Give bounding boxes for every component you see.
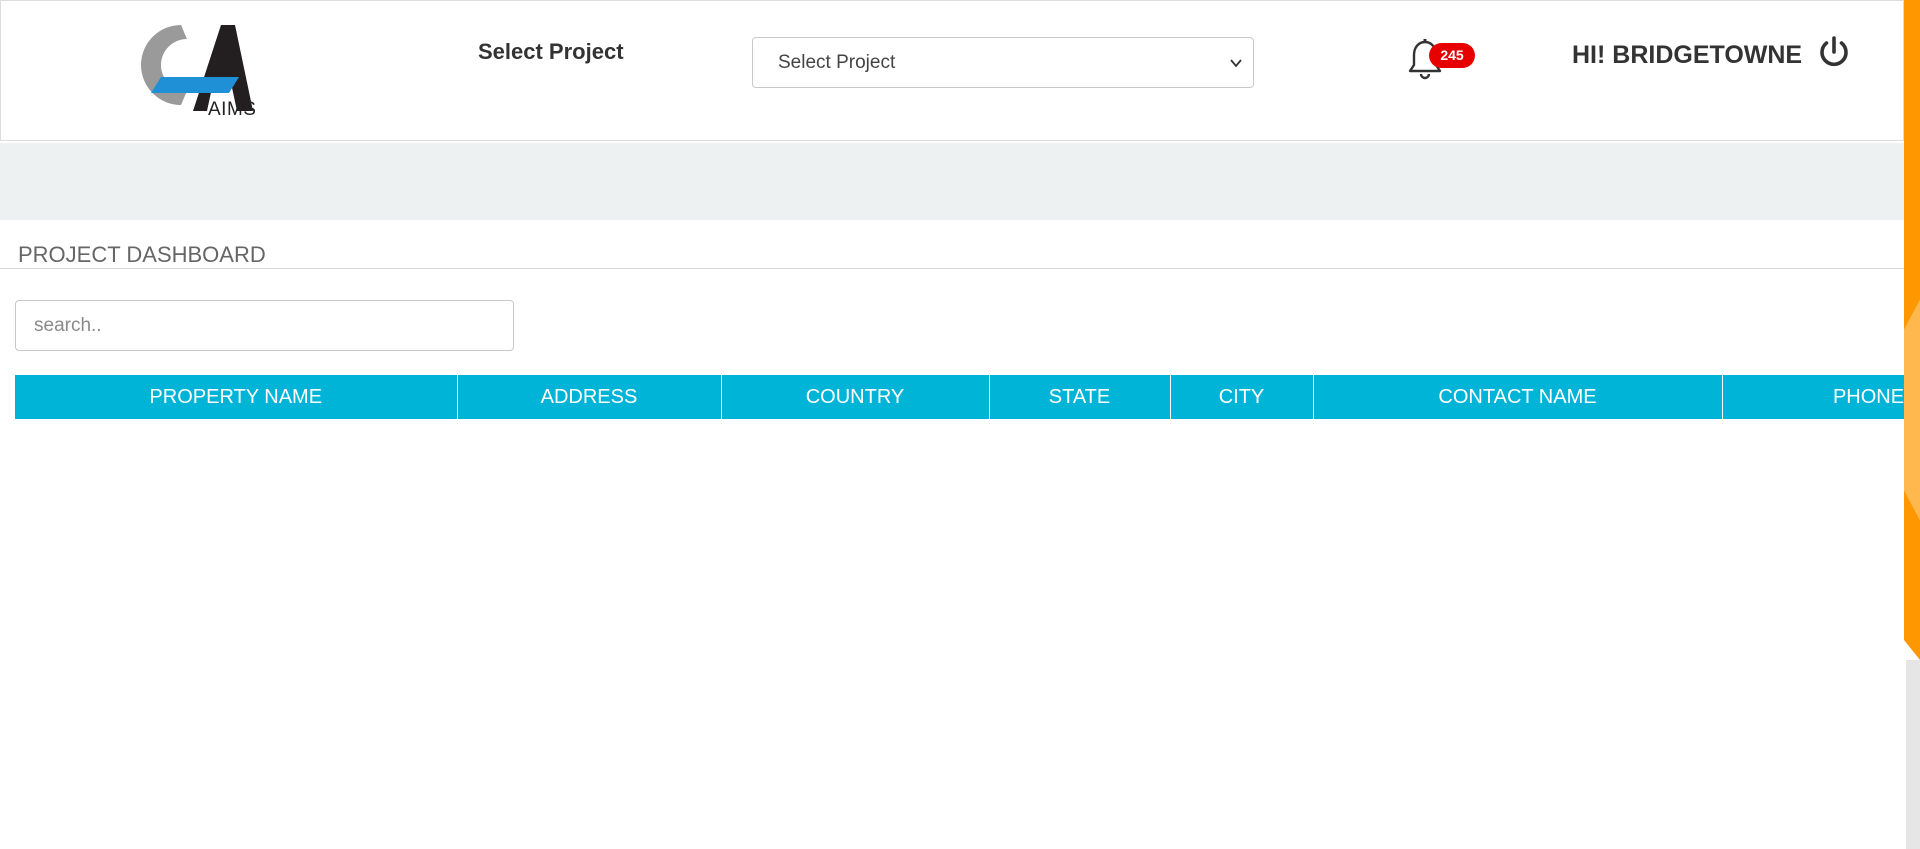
notification-badge: 245 bbox=[1429, 43, 1475, 68]
column-header-property-name[interactable]: PROPERTY NAME bbox=[15, 375, 458, 419]
aims-logo[interactable]: AIMS bbox=[133, 21, 263, 123]
column-header-country[interactable]: COUNTRY bbox=[721, 375, 990, 419]
column-header-address[interactable]: ADDRESS bbox=[457, 375, 722, 419]
scrollbar[interactable] bbox=[1906, 660, 1920, 849]
subheader-band bbox=[0, 143, 1904, 220]
logo-text: AIMS bbox=[208, 99, 257, 120]
table-header-row: PROPERTY NAME ADDRESS COUNTRY STATE CITY… bbox=[15, 375, 1904, 419]
power-icon[interactable] bbox=[1817, 35, 1851, 69]
column-header-phone[interactable]: PHONE bbox=[1722, 375, 1904, 419]
page: AIMS Select Project Select Project 245 H… bbox=[0, 0, 1920, 849]
title-divider bbox=[0, 268, 1904, 269]
select-project-label: Select Project bbox=[478, 39, 624, 64]
column-header-city[interactable]: CITY bbox=[1170, 375, 1314, 419]
column-header-state[interactable]: STATE bbox=[989, 375, 1171, 419]
header: AIMS Select Project Select Project 245 H… bbox=[0, 0, 1904, 141]
search-input[interactable] bbox=[15, 300, 514, 351]
page-title: PROJECT DASHBOARD bbox=[18, 242, 266, 267]
project-table: PROPERTY NAME ADDRESS COUNTRY STATE CITY… bbox=[15, 375, 1904, 420]
column-header-contact-name[interactable]: CONTACT NAME bbox=[1313, 375, 1723, 419]
project-select-value: Select Project bbox=[778, 52, 896, 73]
user-greeting: HI! BRIDGETOWNE bbox=[1572, 41, 1803, 69]
project-select[interactable]: Select Project bbox=[752, 37, 1254, 88]
chevron-down-icon bbox=[1230, 59, 1242, 68]
